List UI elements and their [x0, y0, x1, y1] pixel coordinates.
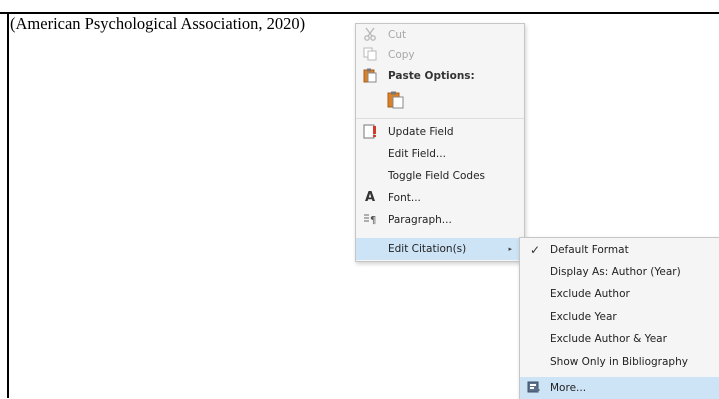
submenu-item-exclude-year[interactable]: Exclude Year	[520, 306, 719, 328]
menu-item-font[interactable]: A Font...	[356, 187, 524, 209]
page-top-border	[0, 0, 719, 14]
submenu-item-more[interactable]: More...	[520, 377, 719, 399]
context-menu: Cut Copy Paste Options: Update Field Edi…	[355, 23, 525, 262]
menu-item-edit-citations[interactable]: Edit Citation(s) ▸	[356, 238, 524, 260]
page-left-border	[7, 12, 9, 398]
menu-item-copy[interactable]: Copy	[356, 44, 524, 66]
paragraph-icon: ¶	[362, 212, 378, 228]
menu-item-update-field-label: Update Field	[388, 126, 454, 138]
menu-item-toggle-field-codes[interactable]: Toggle Field Codes	[356, 165, 524, 187]
submenu-item-exclude-author-year[interactable]: Exclude Author & Year	[520, 328, 719, 350]
menu-item-toggle-field-codes-label: Toggle Field Codes	[388, 170, 486, 182]
update-field-icon	[362, 124, 378, 140]
submenu-item-display-as[interactable]: Display As: Author (Year)	[520, 261, 719, 283]
submenu-item-default-format-label: Default Format	[550, 244, 629, 256]
font-icon: A	[364, 190, 376, 205]
checkmark-icon: ✓	[530, 243, 541, 257]
paste-options-label: Paste Options:	[388, 70, 475, 82]
submenu-item-exclude-author-label: Exclude Author	[550, 288, 630, 300]
svg-text:¶: ¶	[370, 215, 376, 226]
menu-item-update-field[interactable]: Update Field	[356, 121, 524, 143]
clipboard-paste-icon	[386, 91, 404, 109]
submenu-arrow-icon: ▸	[508, 245, 512, 253]
menu-item-edit-citations-label: Edit Citation(s)	[388, 243, 467, 255]
paste-keep-text-button[interactable]	[356, 87, 524, 113]
submenu-item-show-only-bibliography-label: Show Only in Bibliography	[550, 356, 688, 368]
menu-item-paragraph-label: Paragraph...	[388, 214, 452, 226]
clipboard-icon	[362, 68, 378, 84]
citation-field[interactable]: (American Psychological Association, 202…	[10, 14, 305, 34]
menu-item-edit-field-label: Edit Field...	[388, 148, 446, 160]
edit-citation-submenu: ✓ Default Format Display As: Author (Yea…	[519, 237, 719, 399]
menu-item-cut[interactable]: Cut	[356, 24, 524, 46]
more-icon	[526, 380, 542, 396]
menu-item-edit-field[interactable]: Edit Field...	[356, 143, 524, 165]
submenu-item-more-label: More...	[550, 382, 587, 394]
submenu-item-display-as-label: Display As: Author (Year)	[550, 266, 681, 278]
copy-icon	[362, 47, 378, 63]
scissors-icon	[362, 27, 378, 43]
submenu-item-exclude-author-year-label: Exclude Author & Year	[550, 333, 667, 345]
submenu-item-exclude-author[interactable]: Exclude Author	[520, 283, 719, 305]
menu-item-copy-label: Copy	[388, 49, 415, 61]
menu-separator	[356, 118, 524, 119]
menu-item-paragraph[interactable]: ¶ Paragraph...	[356, 209, 524, 231]
submenu-item-show-only-bibliography[interactable]: Show Only in Bibliography	[520, 351, 719, 373]
submenu-item-default-format[interactable]: ✓ Default Format	[520, 239, 719, 261]
menu-item-paste-options: Paste Options:	[356, 65, 524, 87]
submenu-item-exclude-year-label: Exclude Year	[550, 311, 617, 323]
menu-item-cut-label: Cut	[388, 29, 407, 41]
menu-item-font-label: Font...	[388, 192, 421, 204]
